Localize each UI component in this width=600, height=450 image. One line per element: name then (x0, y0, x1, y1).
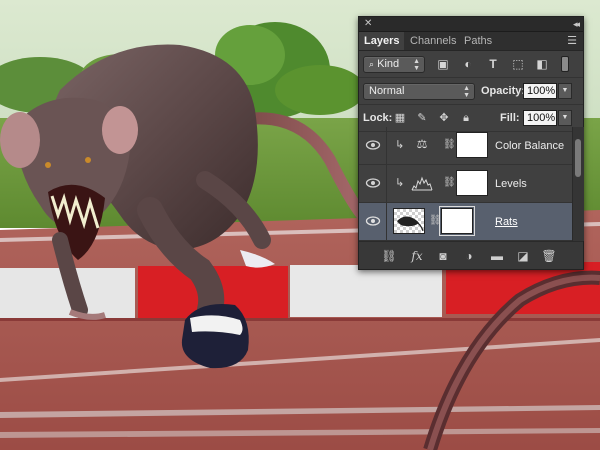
search-icon: ⌕ (369, 59, 375, 69)
clipping-arrow-icon: ↳ (395, 177, 405, 189)
divider (386, 165, 387, 202)
chain-link-icon[interactable]: ⛓ (443, 177, 456, 188)
collapse-panel-icon[interactable]: ◂◂ (573, 17, 580, 31)
panel-bottom-toolbar: ⛓ fx ◙ ◑ ▬ ◪ 🗑︎ (359, 241, 583, 269)
layer-row-levels[interactable]: ↳ ⛓ Levels (359, 165, 572, 203)
new-layer-icon[interactable]: ◪ (515, 248, 531, 264)
tab-paths[interactable]: Paths (459, 32, 497, 50)
divider (386, 127, 387, 164)
layer-list-scrollbar[interactable] (572, 127, 584, 241)
lock-image-icon[interactable]: ✎ (415, 110, 429, 126)
layer-name[interactable]: Color Balance (495, 127, 564, 165)
balance-scale-icon[interactable]: ⚖ (411, 137, 433, 153)
layer-row-rats[interactable]: ⛓ Rats (359, 203, 572, 241)
filter-kind-dropdown[interactable]: ⌕ Kind ▲ ▼ (363, 56, 425, 73)
link-layers-icon[interactable]: ⛓ (381, 248, 397, 264)
dropdown-arrows-icon: ▲ ▼ (463, 85, 470, 99)
layer-name[interactable]: Levels (495, 165, 527, 203)
blend-row: Normal ▲ ▼ Opacity: 100% ▼ (359, 78, 583, 105)
fill-input[interactable]: 100% (523, 110, 557, 126)
layer-row-color-balance[interactable]: ↳ ⚖ ⛓ Color Balance (359, 127, 572, 165)
adjustment-filter-icon[interactable]: ◐ (460, 56, 476, 72)
new-group-icon[interactable]: ▬ (489, 248, 505, 264)
chain-link-icon[interactable]: ⛓ (429, 215, 442, 226)
layer-name[interactable]: Rats (495, 203, 518, 241)
tab-channels[interactable]: Channels (405, 32, 461, 50)
layer-list: ↳ ⚖ ⛓ Color Balance ↳ ⛓ Levels ⛓ Rats (359, 127, 572, 241)
trash-icon[interactable]: 🗑︎ (541, 248, 557, 264)
layers-panel: ✕ ◂◂ Layers Channels Paths ☰ ⌕ Kind ▲ ▼ ▣… (358, 16, 584, 270)
layer-mask-thumbnail[interactable] (456, 132, 488, 158)
add-mask-icon[interactable]: ◙ (435, 248, 451, 264)
blend-mode-value: Normal (369, 85, 405, 97)
close-icon[interactable]: ✕ (364, 17, 372, 31)
eye-icon[interactable] (365, 214, 381, 228)
dropdown-arrows-icon: ▲ ▼ (413, 58, 420, 72)
filter-toggle-icon[interactable] (557, 56, 573, 72)
lock-all-icon[interactable]: 🔒︎ (459, 110, 473, 126)
layer-thumbnail[interactable] (393, 208, 425, 234)
smart-object-filter-icon[interactable]: ◧ (534, 56, 550, 72)
histogram-icon[interactable] (411, 175, 433, 191)
new-adjustment-icon[interactable]: ◑ (461, 248, 477, 264)
panel-menu-icon[interactable]: ☰ (567, 35, 577, 47)
filter-row: ⌕ Kind ▲ ▼ ▣ ◐ T ⬚ ◧ (359, 51, 583, 78)
type-filter-icon[interactable]: T (485, 56, 501, 72)
eye-icon[interactable] (365, 176, 381, 190)
divider (386, 203, 387, 240)
lock-transparent-icon[interactable]: ▦ (393, 110, 407, 126)
panel-tabbar: Layers Channels Paths ☰ (359, 32, 583, 51)
filter-kind-label: Kind (377, 58, 400, 70)
scrollbar-thumb[interactable] (575, 139, 581, 177)
lock-position-icon[interactable]: ✥ (437, 110, 451, 126)
fx-icon[interactable]: fx (409, 248, 425, 264)
layer-mask-thumbnail[interactable] (439, 206, 475, 236)
eye-icon[interactable] (365, 138, 381, 152)
clipping-arrow-icon: ↳ (395, 139, 405, 151)
image-filter-icon[interactable]: ▣ (435, 56, 451, 72)
fill-slider-toggle[interactable]: ▼ (558, 110, 572, 126)
opacity-input[interactable]: 100% (523, 83, 557, 99)
shape-filter-icon[interactable]: ⬚ (510, 56, 526, 72)
opacity-slider-toggle[interactable]: ▼ (558, 83, 572, 99)
tab-layers[interactable]: Layers (359, 32, 405, 50)
opacity-label: Opacity: (481, 85, 526, 97)
chain-link-icon[interactable]: ⛓ (443, 139, 456, 150)
layer-mask-thumbnail[interactable] (456, 170, 488, 196)
panel-titlebar[interactable]: ✕ ◂◂ (359, 17, 583, 32)
blend-mode-dropdown[interactable]: Normal ▲ ▼ (363, 83, 475, 100)
